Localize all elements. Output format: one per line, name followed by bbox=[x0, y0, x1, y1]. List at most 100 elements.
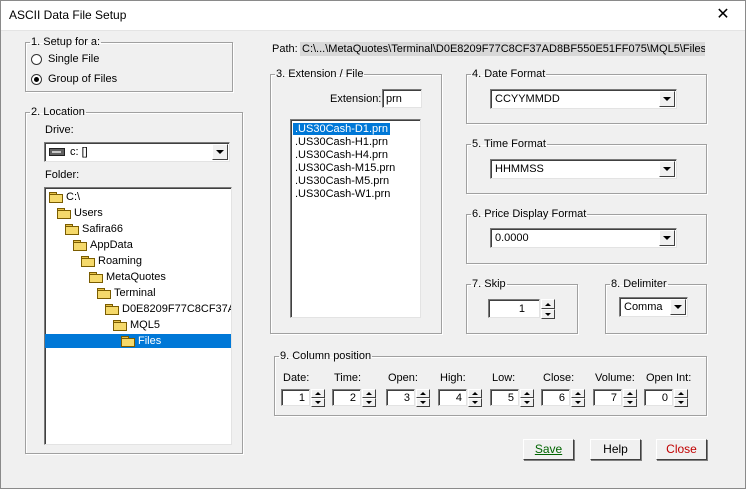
price-format-select[interactable]: 0.0000 bbox=[490, 228, 677, 248]
file-list-item[interactable]: .US30Cash-M5.prn bbox=[293, 175, 391, 187]
file-list[interactable]: .US30Cash-D1.prn .US30Cash-H1.prn .US30Cas… bbox=[290, 119, 421, 318]
column-position-stepper[interactable] bbox=[468, 389, 482, 407]
stepper-up-button[interactable] bbox=[468, 389, 482, 398]
folder-item[interactable]: MetaQuotes bbox=[89, 270, 166, 284]
folder-icon bbox=[113, 320, 127, 331]
arrow-up-icon bbox=[315, 392, 321, 395]
radio-group-of-files-circle[interactable] bbox=[31, 73, 42, 85]
stepper-down-button[interactable] bbox=[362, 398, 376, 407]
column-position-input[interactable]: 7 bbox=[593, 389, 622, 406]
folder-item[interactable]: Files bbox=[45, 334, 231, 348]
file-list-item[interactable]: .US30Cash-W1.prn bbox=[293, 188, 392, 200]
folder-item[interactable]: Safira66 bbox=[65, 222, 123, 236]
column-position-input[interactable]: 3 bbox=[386, 389, 415, 406]
radio-single-file[interactable]: Single File bbox=[31, 53, 99, 65]
file-list-item[interactable]: .US30Cash-D1.prn bbox=[293, 123, 390, 135]
stepper-down-button[interactable] bbox=[623, 398, 637, 407]
column-position-input[interactable]: 1 bbox=[281, 389, 310, 406]
hard-drive-icon bbox=[49, 148, 65, 157]
save-button[interactable]: Save bbox=[523, 439, 574, 460]
skip-down-button[interactable] bbox=[541, 309, 555, 319]
column-label: Open: bbox=[388, 372, 418, 384]
stepper-up-button[interactable] bbox=[520, 389, 534, 398]
close-window-icon[interactable]: ✕ bbox=[700, 0, 746, 30]
drive-dropdown-button[interactable] bbox=[212, 144, 228, 160]
folder-item-label: Safira66 bbox=[82, 223, 123, 235]
skip-input[interactable]: 1 bbox=[488, 299, 540, 318]
skip-stepper[interactable] bbox=[541, 299, 555, 319]
stepper-up-button[interactable] bbox=[416, 389, 430, 398]
save-button-label: Save bbox=[534, 442, 563, 456]
column-position-input[interactable]: 6 bbox=[541, 389, 570, 406]
arrow-down-icon bbox=[366, 401, 372, 404]
date-format-legend: 4. Date Format bbox=[472, 68, 546, 80]
folder-icon bbox=[65, 224, 79, 235]
column-position-input[interactable]: 4 bbox=[438, 389, 467, 406]
column-position-input[interactable]: 5 bbox=[490, 389, 519, 406]
folder-tree[interactable]: C:\ Users Safira66 AppData Roaming MetaQuotes… bbox=[44, 187, 232, 445]
stepper-down-button[interactable] bbox=[674, 398, 688, 407]
date-format-dropdown-button[interactable] bbox=[659, 91, 675, 107]
date-format-select[interactable]: CCYYMMDD bbox=[490, 89, 677, 109]
time-format-dropdown-button[interactable] bbox=[659, 161, 675, 177]
column-label: Time: bbox=[334, 372, 362, 384]
folder-item[interactable]: Users bbox=[57, 206, 103, 220]
delimiter-dropdown-button[interactable] bbox=[670, 299, 686, 315]
column-position-value: 4 bbox=[455, 392, 462, 404]
folder-item-label: AppData bbox=[90, 239, 133, 251]
stepper-up-button[interactable] bbox=[571, 389, 585, 398]
folder-item-label: MQL5 bbox=[130, 319, 160, 331]
stepper-down-button[interactable] bbox=[520, 398, 534, 407]
radio-single-file-circle[interactable] bbox=[31, 53, 42, 65]
column-position-stepper[interactable] bbox=[311, 389, 325, 407]
stepper-down-button[interactable] bbox=[571, 398, 585, 407]
file-list-item[interactable]: .US30Cash-H4.prn bbox=[293, 149, 390, 161]
setup-legend: 1. Setup for a: bbox=[31, 36, 101, 48]
folder-icon bbox=[105, 304, 119, 315]
stepper-down-button[interactable] bbox=[311, 398, 325, 407]
file-list-item[interactable]: .US30Cash-H1.prn bbox=[293, 136, 390, 148]
arrow-up-icon bbox=[524, 392, 530, 395]
stepper-up-button[interactable] bbox=[623, 389, 637, 398]
delimiter-select[interactable]: Comma bbox=[619, 297, 688, 317]
folder-item[interactable]: D0E8209F77C8CF37AD8BF bbox=[105, 302, 231, 316]
stepper-up-button[interactable] bbox=[674, 389, 688, 398]
folder-item[interactable]: AppData bbox=[73, 238, 133, 252]
drive-select[interactable]: c: [] bbox=[44, 142, 230, 162]
column-position-stepper[interactable] bbox=[623, 389, 637, 407]
folder-icon bbox=[97, 288, 111, 299]
stepper-up-button[interactable] bbox=[311, 389, 325, 398]
column-position-stepper[interactable] bbox=[571, 389, 585, 407]
help-button[interactable]: Help bbox=[590, 439, 641, 460]
price-format-dropdown-button[interactable] bbox=[659, 230, 675, 246]
close-button[interactable]: Close bbox=[656, 439, 707, 460]
arrow-up-icon bbox=[678, 392, 684, 395]
radio-group-of-files[interactable]: Group of Files bbox=[31, 73, 117, 85]
column-position-value: 3 bbox=[403, 392, 410, 404]
file-list-item[interactable]: .US30Cash-M15.prn bbox=[293, 162, 397, 174]
extension-label: Extension: bbox=[330, 93, 382, 105]
stepper-down-button[interactable] bbox=[416, 398, 430, 407]
folder-item[interactable]: MQL5 bbox=[113, 318, 160, 332]
column-position-stepper[interactable] bbox=[674, 389, 688, 407]
arrow-down-icon bbox=[627, 401, 633, 404]
folder-icon bbox=[49, 192, 63, 203]
price-format-legend: 6. Price Display Format bbox=[472, 208, 587, 220]
column-position-input[interactable]: 0 bbox=[644, 389, 673, 406]
column-position-stepper[interactable] bbox=[416, 389, 430, 407]
column-position-stepper[interactable] bbox=[520, 389, 534, 407]
skip-value: 1 bbox=[518, 303, 525, 315]
folder-label: Folder: bbox=[45, 169, 80, 181]
skip-up-button[interactable] bbox=[541, 299, 555, 309]
folder-item[interactable]: Roaming bbox=[81, 254, 142, 268]
folder-item[interactable]: C:\ bbox=[49, 190, 80, 204]
stepper-up-button[interactable] bbox=[362, 389, 376, 398]
stepper-down-button[interactable] bbox=[468, 398, 482, 407]
time-format-select[interactable]: HHMMSS bbox=[490, 159, 677, 179]
column-position-stepper[interactable] bbox=[362, 389, 376, 407]
extension-input[interactable]: prn bbox=[382, 89, 422, 108]
column-position-input[interactable]: 2 bbox=[332, 389, 361, 406]
folder-item[interactable]: Terminal bbox=[97, 286, 156, 300]
radio-single-file-label: Single File bbox=[48, 53, 100, 65]
arrow-down-icon bbox=[524, 401, 530, 404]
